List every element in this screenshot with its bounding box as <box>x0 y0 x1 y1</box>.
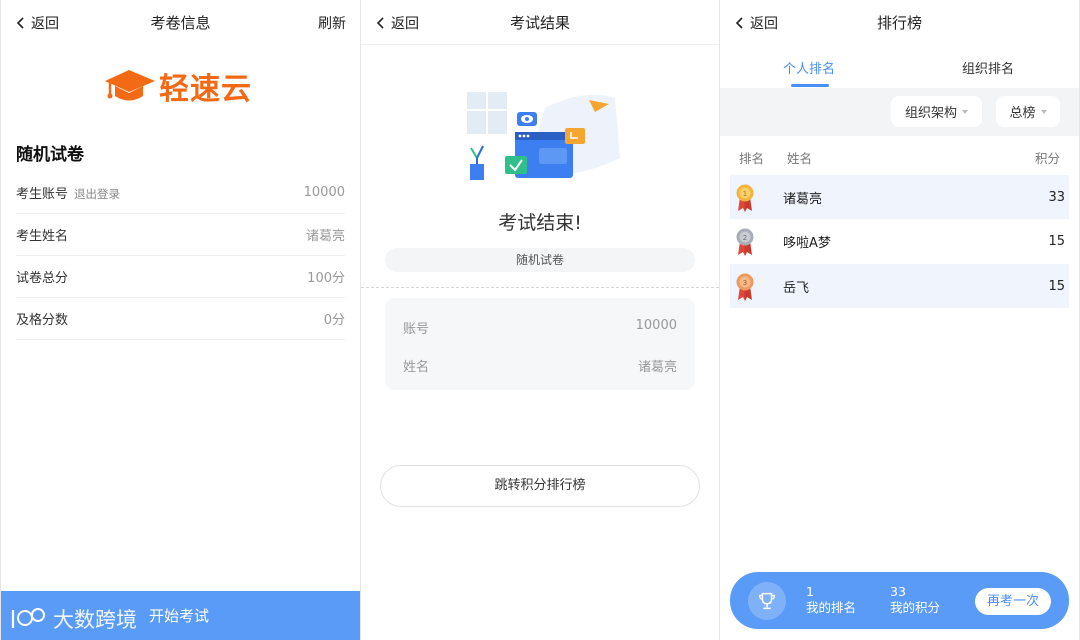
player-score: 33 <box>1048 189 1065 205</box>
row-value: 0分 <box>323 313 345 328</box>
tab-indicator <box>791 84 829 87</box>
row-value: 诸葛亮 <box>637 360 677 375</box>
retake-exam-button[interactable]: 再考一次 <box>975 588 1051 615</box>
my-rank-value: 1 <box>806 584 814 599</box>
row-value: 10000 <box>303 185 345 200</box>
player-name: 哆啦A梦 <box>783 235 831 251</box>
col-score: 积分 <box>1034 151 1060 166</box>
trophy-icon <box>748 582 786 620</box>
gold-medal-icon: 1 <box>736 184 754 212</box>
logout-link[interactable]: 退出登录 <box>74 187 120 201</box>
start-exam-label: 开始考试 <box>149 607 210 625</box>
row-label: 及格分数 <box>16 313 69 328</box>
info-row-account: 考生账号 退出登录 10000 <box>16 172 345 214</box>
row-value: 10000 <box>635 318 677 333</box>
board-type-dropdown[interactable]: 总榜 <box>996 96 1060 127</box>
my-score-value: 33 <box>890 584 906 599</box>
page-title: 考卷信息 <box>150 14 211 32</box>
row-label: 考生账号 <box>16 187 69 202</box>
dropdown-label: 总榜 <box>1009 106 1036 121</box>
row-value: 100分 <box>307 271 345 286</box>
row-label: 姓名 <box>403 360 430 375</box>
player-name: 诸葛亮 <box>783 191 823 207</box>
result-row-name: 姓名 诸葛亮 <box>403 356 677 375</box>
exam-finished-title: 考试结束! <box>498 212 582 234</box>
divider <box>361 44 719 45</box>
info-row-pass-score: 及格分数 0分 <box>16 298 345 340</box>
medal-number: 3 <box>743 279 747 287</box>
medal-number: 1 <box>743 190 747 198</box>
medal-number: 2 <box>743 234 747 242</box>
row-value: 诸葛亮 <box>305 229 345 244</box>
header: 返回 排行榜 <box>720 0 1079 44</box>
rank-tabs: 个人排名 组织排名 <box>720 44 1079 88</box>
dropdown-label: 组织架构 <box>904 106 957 121</box>
table-row: 2 哆啦A梦 15 <box>730 219 1069 263</box>
my-score-label: 我的积分 <box>890 600 941 615</box>
row-label: 考生姓名 <box>16 229 69 244</box>
caret-down-icon <box>1040 109 1047 114</box>
row-label: 试卷总分 <box>16 271 69 286</box>
col-name: 姓名 <box>787 151 813 166</box>
bronze-medal-icon: 3 <box>736 273 754 301</box>
brand-logo: 轻速云 <box>101 64 271 108</box>
watermark-logo-icon <box>11 608 45 628</box>
tab-personal-rank[interactable]: 个人排名 <box>783 58 835 77</box>
my-score-stat: 33 我的积分 <box>890 584 940 616</box>
player-score: 15 <box>1048 278 1065 294</box>
my-rank-stat: 1 我的排名 <box>806 584 856 616</box>
watermark: 大数跨境 <box>9 604 137 634</box>
silver-medal-icon: 2 <box>736 228 754 256</box>
paper-name-badge: 随机试卷 <box>385 248 695 272</box>
logo-text: 轻速云 <box>159 72 252 107</box>
exam-name: 随机试卷 <box>16 145 84 165</box>
leaderboard-panel: 返回 排行榜 个人排名 组织排名 组织架构 总榜 排名 姓名 积分 1 诸葛亮 … <box>720 0 1079 640</box>
col-rank: 排名 <box>739 151 765 166</box>
my-rank-bar: 1 我的排名 33 我的积分 再考一次 <box>730 572 1069 629</box>
org-structure-dropdown[interactable]: 组织架构 <box>891 96 982 127</box>
player-name: 岳飞 <box>783 280 810 296</box>
exam-result-panel: 返回 考试结果 考试结束! 随机试卷 账号 10000 姓名 诸葛亮 跳转积分排… <box>361 0 719 640</box>
watermark-text: 大数跨境 <box>53 608 137 632</box>
my-rank-label: 我的排名 <box>806 600 857 615</box>
header: 返回 考卷信息 刷新 <box>1 0 360 44</box>
header: 返回 考试结果 <box>361 0 719 44</box>
table-row: 3 岳飞 15 <box>730 264 1069 308</box>
info-row-total-score: 试卷总分 100分 <box>16 256 345 298</box>
go-to-leaderboard-button[interactable]: 跳转积分排行榜 <box>380 465 700 507</box>
filter-bar: 组织架构 总榜 <box>720 88 1079 136</box>
tab-org-rank[interactable]: 组织排名 <box>962 58 1014 77</box>
exam-finished-illustration <box>467 92 620 180</box>
graduation-cap-icon <box>105 70 155 101</box>
row-label: 账号 <box>403 322 430 337</box>
table-row: 1 诸葛亮 33 <box>730 175 1069 219</box>
info-row-name: 考生姓名 诸葛亮 <box>16 214 345 256</box>
page-title: 考试结果 <box>509 14 570 32</box>
exam-info-panel: 返回 考卷信息 刷新 轻速云 随机试卷 考生账号 退出登录 10000 考生姓名 … <box>1 0 360 640</box>
result-row-account: 账号 10000 <box>403 318 677 337</box>
result-card: 账号 10000 姓名 诸葛亮 <box>385 298 695 390</box>
caret-down-icon <box>962 109 968 114</box>
player-score: 15 <box>1048 233 1065 249</box>
refresh-button[interactable]: 刷新 <box>318 13 346 33</box>
dashed-divider <box>361 287 719 288</box>
page-title: 排行榜 <box>876 14 922 32</box>
